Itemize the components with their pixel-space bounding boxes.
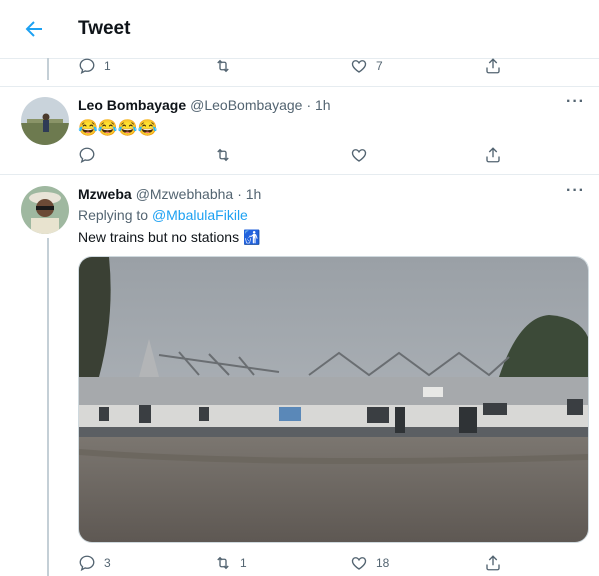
tweet-actions: 1 7 xyxy=(78,56,508,76)
avatar[interactable] xyxy=(21,186,69,234)
avatar-photo xyxy=(21,97,69,145)
display-name[interactable]: Mzweba xyxy=(78,186,132,202)
reply-icon xyxy=(79,58,95,75)
share-button[interactable] xyxy=(484,145,502,165)
divider xyxy=(0,86,599,87)
tweet-actions: 3 1 18 xyxy=(78,553,508,573)
heart-icon xyxy=(351,149,367,162)
retweet-button[interactable]: 1 xyxy=(214,553,247,573)
reply-button[interactable] xyxy=(78,145,96,165)
tweet-text: 😂😂😂😂 xyxy=(78,120,158,137)
retweet-icon xyxy=(217,148,229,162)
retweet-icon xyxy=(217,59,229,73)
page-title: Tweet xyxy=(78,18,131,39)
reply-icon xyxy=(79,555,95,572)
back-button[interactable] xyxy=(22,17,46,41)
thread-line xyxy=(47,238,49,576)
share-button[interactable] xyxy=(484,56,502,76)
share-button[interactable] xyxy=(484,553,502,573)
tweet-text: New trains but no stations 🚮 xyxy=(78,229,261,245)
thread-line xyxy=(47,58,49,80)
tweet-photo[interactable] xyxy=(78,256,589,543)
replying-to: Replying to @MbalulaFikile xyxy=(78,207,248,223)
timestamp[interactable]: · 1h xyxy=(306,97,330,113)
display-name[interactable]: Leo Bombayage xyxy=(78,97,186,113)
mention-link[interactable]: @MbalulaFikile xyxy=(152,207,248,223)
like-button[interactable]: 18 xyxy=(350,553,389,573)
like-count: 7 xyxy=(376,59,383,73)
retweet-button[interactable] xyxy=(214,145,232,165)
back-arrow-icon xyxy=(25,21,42,37)
reply-button[interactable]: 1 xyxy=(78,56,111,76)
share-icon xyxy=(486,58,500,74)
tweet-actions xyxy=(78,145,508,165)
like-count: 18 xyxy=(376,556,390,570)
user-handle[interactable]: @LeoBombayage xyxy=(190,97,302,113)
reply-button[interactable]: 3 xyxy=(78,553,111,573)
share-icon xyxy=(486,147,500,163)
user-handle[interactable]: @Mzwebhabha xyxy=(136,186,234,202)
avatar-photo xyxy=(21,186,69,234)
timestamp[interactable]: · 1h xyxy=(237,186,261,202)
heart-icon xyxy=(351,60,367,73)
share-icon xyxy=(486,555,500,571)
heart-icon xyxy=(351,557,367,570)
like-button[interactable]: 7 xyxy=(350,56,383,76)
more-options-button[interactable]: ··· xyxy=(566,93,585,111)
avatar[interactable] xyxy=(21,97,69,145)
reply-icon xyxy=(79,147,95,164)
divider xyxy=(0,174,599,175)
like-button[interactable] xyxy=(350,145,368,165)
retweet-button[interactable] xyxy=(214,56,232,76)
station-building-photo xyxy=(79,257,588,542)
reply-count: 3 xyxy=(104,556,111,570)
retweet-icon xyxy=(217,556,229,570)
tweet-header: Mzweba @Mzwebhabha · 1h xyxy=(78,186,261,202)
retweet-count: 1 xyxy=(240,556,247,570)
page-header: Tweet xyxy=(0,0,599,59)
more-options-button[interactable]: ··· xyxy=(566,182,585,200)
replying-to-label: Replying to xyxy=(78,207,152,223)
reply-count: 1 xyxy=(104,59,111,73)
tweet-header: Leo Bombayage @LeoBombayage · 1h xyxy=(78,97,331,113)
